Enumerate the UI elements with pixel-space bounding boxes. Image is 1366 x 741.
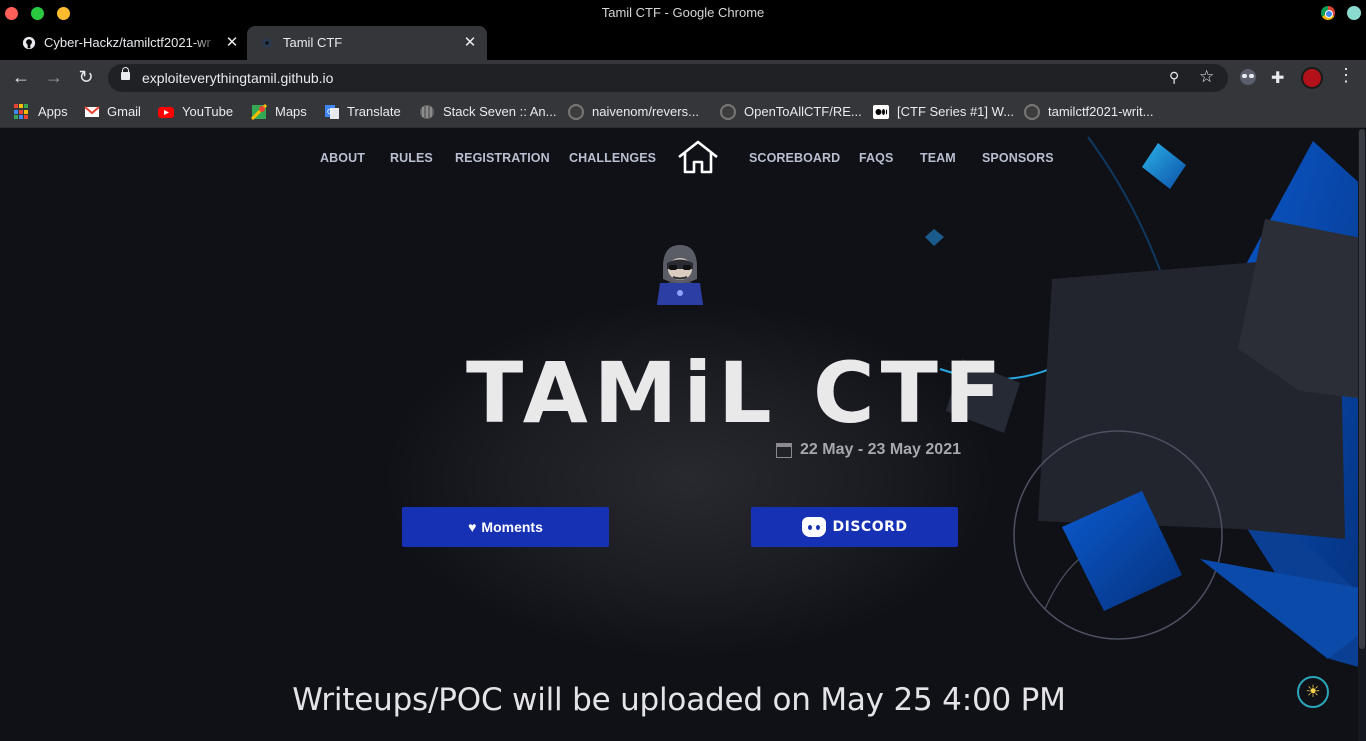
discord-button[interactable]: DISCORD bbox=[751, 507, 958, 547]
calendar-icon bbox=[776, 442, 792, 458]
nav-scoreboard[interactable]: SCOREBOARD bbox=[749, 151, 840, 165]
maps-icon bbox=[251, 104, 267, 120]
nav-team[interactable]: TEAM bbox=[920, 151, 956, 165]
back-button[interactable]: ← bbox=[11, 68, 31, 86]
apps-grid-icon bbox=[14, 104, 30, 120]
bookmark-tamilctf-writeups[interactable]: tamilctf2021-writ... bbox=[1048, 104, 1153, 119]
discord-icon bbox=[801, 517, 826, 537]
stack-seven-icon bbox=[420, 105, 434, 119]
github-icon bbox=[22, 36, 36, 50]
tamil-ctf-logo: TAMiL CTF bbox=[466, 344, 1008, 442]
extensions-puzzle-icon[interactable]: ✚ bbox=[1271, 68, 1284, 88]
forward-button[interactable]: → bbox=[44, 68, 64, 86]
bookmark-apps[interactable]: Apps bbox=[38, 104, 68, 119]
nav-challenges[interactable]: CHALLENGES bbox=[569, 151, 656, 165]
reload-button[interactable]: ↻ bbox=[76, 68, 96, 86]
bookmark-stack-seven[interactable]: Stack Seven :: An... bbox=[443, 104, 556, 119]
bookmarks-bar: Apps Gmail YouTube Maps G Translate Stac… bbox=[0, 96, 1366, 128]
close-tab-icon[interactable]: ✕ bbox=[461, 33, 479, 51]
bookmark-naivenom[interactable]: naivenom/revers... bbox=[592, 104, 699, 119]
github-icon bbox=[720, 104, 736, 120]
address-bar[interactable]: exploiteverythingtamil.github.io ⚲ ☆ bbox=[108, 64, 1228, 92]
profile-avatar[interactable] bbox=[1301, 67, 1323, 89]
tab-tamil-ctf[interactable]: Tamil CTF ✕ bbox=[247, 26, 487, 60]
window-title: Tamil CTF - Google Chrome bbox=[601, 5, 765, 20]
event-date: 22 May - 23 May 2021 bbox=[776, 441, 961, 459]
nav-about[interactable]: ABOUT bbox=[320, 151, 365, 165]
chrome-icon bbox=[1321, 6, 1335, 20]
moments-button-label: Moments bbox=[481, 519, 543, 535]
tab-github-writeups[interactable]: Cyber-Hackz/tamilctf2021-wr ✕ bbox=[0, 26, 244, 60]
tab-label: Cyber-Hackz/tamilctf2021-wr bbox=[44, 35, 211, 50]
chrome-menu-icon[interactable]: ⋮ bbox=[1337, 66, 1355, 84]
nav-registration[interactable]: REGISTRATION bbox=[455, 151, 550, 165]
youtube-icon bbox=[158, 107, 174, 118]
bookmark-star-icon[interactable]: ☆ bbox=[1199, 67, 1214, 87]
github-icon bbox=[1024, 104, 1040, 120]
svg-text:G: G bbox=[327, 108, 332, 116]
tab-strip: Cyber-Hackz/tamilctf2021-wr ✕ Tamil CTF … bbox=[0, 26, 1366, 79]
scrollbar-thumb[interactable] bbox=[1359, 129, 1365, 649]
writeups-announcement: Writeups/POC will be uploaded on May 25 … bbox=[292, 682, 1066, 718]
translate-icon: G bbox=[325, 105, 339, 119]
browser-toolbar: ← → ↻ exploiteverythingtamil.github.io ⚲… bbox=[0, 60, 1366, 96]
window-menu-icon[interactable] bbox=[1347, 6, 1361, 20]
bookmark-opentoallctf[interactable]: OpenToAllCTF/RE... bbox=[744, 104, 862, 119]
lock-icon[interactable] bbox=[121, 67, 130, 80]
tab-label: Tamil CTF bbox=[283, 35, 343, 50]
nav-faqs[interactable]: FAQS bbox=[859, 151, 893, 165]
theme-toggle-sun-icon[interactable]: ☀ bbox=[1297, 676, 1329, 708]
bookmark-gmail[interactable]: Gmail bbox=[107, 104, 141, 119]
extension-icon[interactable] bbox=[1240, 69, 1256, 85]
web-page: ABOUT RULES REGISTRATION CHALLENGES SCOR… bbox=[0, 129, 1366, 741]
url-text[interactable]: exploiteverythingtamil.github.io bbox=[142, 70, 333, 86]
bookmark-youtube[interactable]: YouTube bbox=[182, 104, 233, 119]
zoom-icon[interactable]: ⚲ bbox=[1169, 69, 1179, 86]
tamilctf-favicon-icon bbox=[262, 38, 272, 48]
nav-rules[interactable]: RULES bbox=[390, 151, 433, 165]
bookmark-maps[interactable]: Maps bbox=[275, 104, 307, 119]
github-icon bbox=[568, 104, 584, 120]
window-titlebar: Tamil CTF - Google Chrome bbox=[0, 0, 1366, 26]
bookmark-ctf-series[interactable]: [CTF Series #1] W... bbox=[897, 104, 1014, 119]
bookmark-translate[interactable]: Translate bbox=[347, 104, 401, 119]
medium-icon bbox=[873, 105, 889, 119]
event-date-text: 22 May - 23 May 2021 bbox=[800, 441, 961, 458]
moments-button[interactable]: ♥ Moments bbox=[402, 507, 609, 547]
discord-button-label: DISCORD bbox=[832, 519, 908, 535]
home-icon[interactable] bbox=[676, 139, 720, 175]
nav-sponsors[interactable]: SPONSORS bbox=[982, 151, 1054, 165]
gmail-icon bbox=[84, 106, 100, 117]
close-tab-icon[interactable]: ✕ bbox=[223, 33, 241, 51]
heart-icon: ♥ bbox=[468, 519, 477, 535]
page-scrollbar[interactable] bbox=[1358, 129, 1366, 741]
